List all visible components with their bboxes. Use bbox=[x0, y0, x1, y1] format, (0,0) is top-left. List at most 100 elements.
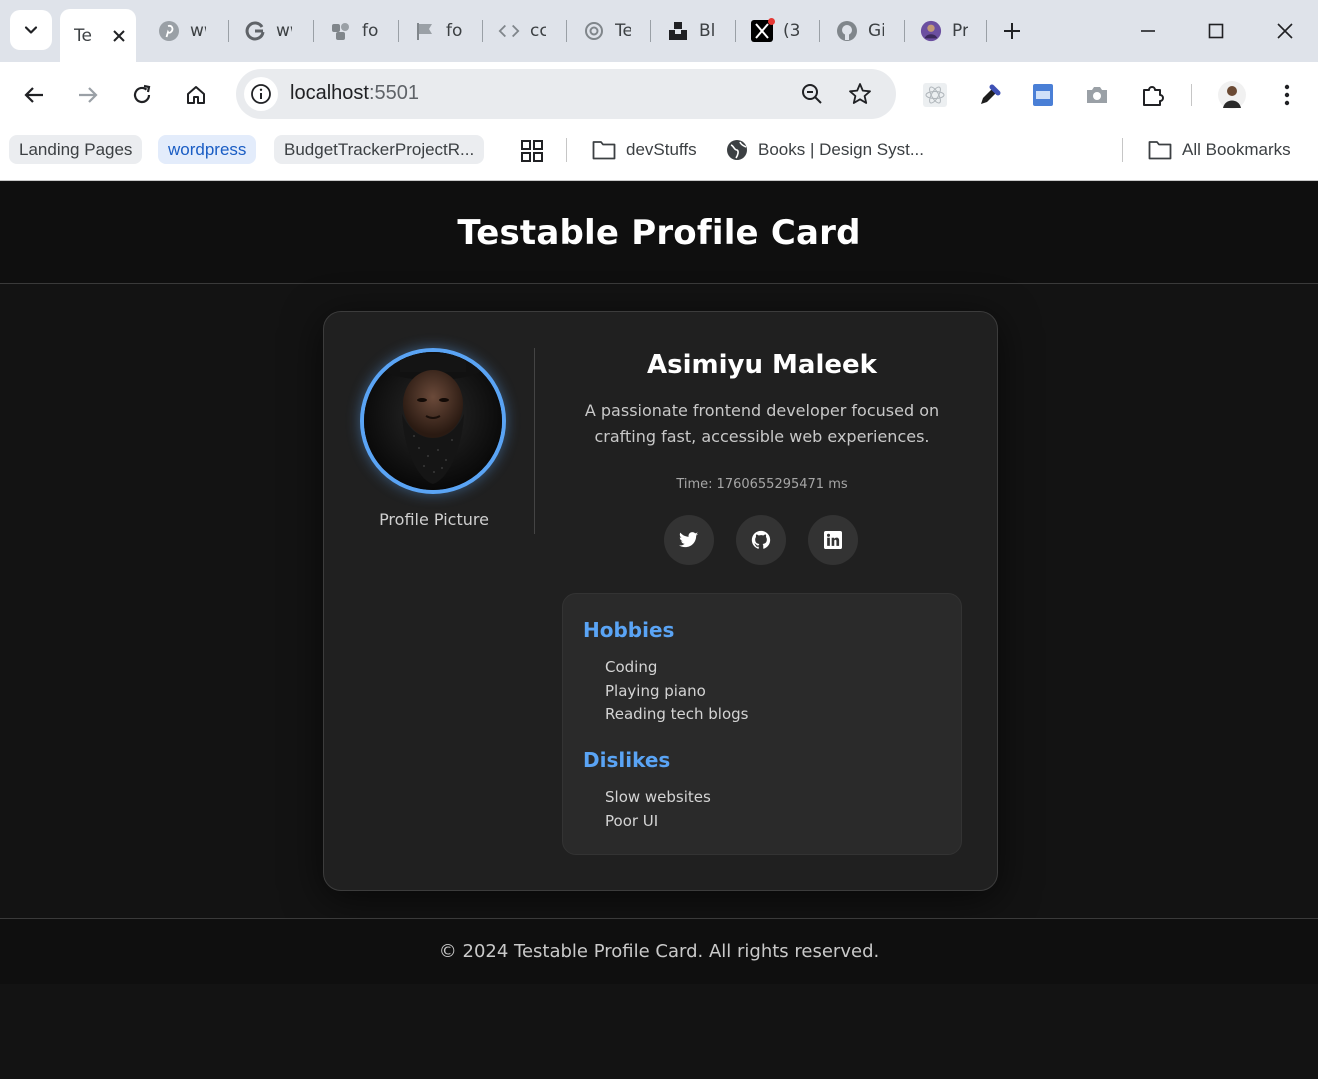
maximize-button[interactable] bbox=[1201, 16, 1231, 46]
forward-button[interactable] bbox=[70, 77, 106, 113]
more-vertical-icon bbox=[1284, 84, 1290, 106]
bookmark-separator bbox=[566, 138, 567, 162]
reload-icon bbox=[133, 84, 151, 104]
x-icon bbox=[751, 18, 775, 42]
tab-google[interactable]: ww bbox=[244, 12, 304, 50]
tab-flag[interactable]: fo bbox=[414, 12, 474, 50]
bookmark-star-button[interactable] bbox=[848, 82, 872, 110]
tab-separator bbox=[313, 20, 314, 42]
apps-button[interactable] bbox=[520, 139, 544, 167]
apps-grid-icon bbox=[521, 140, 543, 162]
address-bar[interactable]: localhost:5501 bbox=[236, 69, 896, 119]
extension-screenshot[interactable] bbox=[1082, 80, 1112, 110]
tab-profile[interactable]: Pr bbox=[920, 12, 980, 50]
bookmark-separator bbox=[1122, 138, 1123, 162]
tab-x[interactable]: (3 bbox=[751, 12, 811, 50]
close-window-button[interactable] bbox=[1270, 16, 1300, 46]
profile-photo bbox=[364, 352, 502, 490]
list-item: Poor UI bbox=[605, 811, 659, 830]
chevron-down-icon bbox=[24, 26, 38, 34]
mobile-icon bbox=[1033, 84, 1053, 106]
tab-github[interactable]: Gi bbox=[836, 12, 896, 50]
tab-pinterest[interactable]: ww bbox=[158, 12, 218, 50]
tab-unsplash[interactable]: Bl bbox=[667, 12, 727, 50]
tab-active[interactable]: Te bbox=[60, 9, 136, 62]
dislikes-list: Slow websites Poor UI bbox=[605, 786, 711, 833]
list-item: Coding bbox=[605, 658, 658, 676]
minimize-button[interactable] bbox=[1133, 16, 1163, 46]
tab-figma-community[interactable]: fo bbox=[330, 12, 390, 50]
bookmark-wordpress[interactable]: wordpress bbox=[158, 135, 257, 164]
bookmark-books-design[interactable]: Books | Design Syst... bbox=[716, 135, 934, 164]
linkedin-link[interactable] bbox=[808, 515, 858, 565]
zoom-button[interactable] bbox=[800, 82, 824, 110]
profile-avatar-button[interactable] bbox=[1217, 80, 1247, 110]
minimize-icon bbox=[1141, 30, 1155, 32]
home-icon bbox=[187, 86, 205, 104]
tab-chatgpt[interactable]: Te bbox=[583, 12, 643, 50]
list-item: Playing piano bbox=[605, 681, 706, 700]
star-icon bbox=[849, 83, 871, 104]
tab-strip: Te ww ww fo fo cc Te Bl (3 bbox=[0, 0, 1318, 62]
hobbies-list: Coding Playing piano Reading tech blogs bbox=[605, 656, 749, 727]
reload-button[interactable] bbox=[124, 77, 160, 113]
home-button[interactable] bbox=[178, 77, 214, 113]
bookmark-budget-tracker[interactable]: BudgetTrackerProjectR... bbox=[274, 135, 485, 164]
tab-separator bbox=[228, 20, 229, 42]
site-header: Testable Profile Card bbox=[0, 182, 1318, 284]
linkedin-icon bbox=[824, 531, 842, 549]
github-link[interactable] bbox=[736, 515, 786, 565]
chatgpt-icon bbox=[583, 20, 605, 42]
tab-separator bbox=[986, 20, 987, 42]
avatar-icon bbox=[1218, 81, 1246, 109]
dislikes-heading: Dislikes bbox=[583, 748, 671, 772]
social-links bbox=[664, 515, 864, 565]
close-icon[interactable] bbox=[112, 29, 126, 43]
close-icon bbox=[1277, 23, 1293, 39]
tab-search-button[interactable] bbox=[10, 10, 52, 50]
plus-icon bbox=[1004, 23, 1020, 39]
profile-bio: A passionate frontend developer focused … bbox=[584, 401, 940, 446]
extension-color-picker[interactable] bbox=[975, 80, 1005, 110]
extension-react-devtools[interactable] bbox=[920, 80, 950, 110]
browser-menu-button[interactable] bbox=[1272, 80, 1302, 110]
figma-community-icon bbox=[330, 20, 352, 42]
arrow-right-icon bbox=[79, 87, 98, 103]
avatar bbox=[360, 348, 506, 494]
tab-code[interactable]: cc bbox=[498, 12, 558, 50]
page-viewport: Testable Profile Card Profile Picture As… bbox=[0, 182, 1318, 1079]
github-icon bbox=[751, 530, 771, 549]
profile-icon bbox=[920, 20, 942, 42]
extensions-button[interactable] bbox=[1138, 80, 1168, 110]
site-footer: © 2024 Testable Profile Card. All rights… bbox=[0, 918, 1318, 984]
globe-icon bbox=[726, 139, 748, 161]
github-icon bbox=[836, 20, 858, 42]
hobbies-heading: Hobbies bbox=[583, 618, 675, 642]
twitter-link[interactable] bbox=[664, 515, 714, 565]
bookmark-folder-devstuffs[interactable]: devStuffs bbox=[582, 135, 707, 164]
site-info-button[interactable] bbox=[244, 77, 278, 111]
avatar-caption: Profile Picture bbox=[379, 510, 489, 529]
all-bookmarks-button[interactable]: All Bookmarks bbox=[1138, 135, 1301, 164]
page-title: Testable Profile Card bbox=[457, 212, 861, 253]
tab-separator bbox=[819, 20, 820, 42]
browser-toolbar: localhost:5501 bbox=[0, 62, 1318, 128]
folder-icon bbox=[592, 140, 616, 160]
new-tab-button[interactable] bbox=[997, 16, 1027, 46]
twitter-icon bbox=[679, 532, 699, 548]
list-item: Slow websites bbox=[605, 788, 711, 806]
back-button[interactable] bbox=[16, 77, 52, 113]
flag-icon bbox=[414, 20, 436, 42]
tab-separator bbox=[650, 20, 651, 42]
tab-separator bbox=[904, 20, 905, 42]
interests-panel: Hobbies Coding Playing piano Reading tec… bbox=[562, 593, 962, 855]
url-text[interactable]: localhost:5501 bbox=[290, 82, 419, 105]
eyedropper-icon bbox=[981, 84, 1001, 104]
current-time: Time: 1760655295471 ms bbox=[562, 477, 962, 492]
unsplash-icon bbox=[667, 20, 689, 42]
google-icon bbox=[244, 20, 266, 42]
tab-title: Te bbox=[74, 25, 92, 46]
bookmark-landing-pages[interactable]: Landing Pages bbox=[9, 135, 143, 164]
extension-mobile-simulator[interactable] bbox=[1028, 80, 1058, 110]
camera-icon bbox=[1087, 87, 1107, 103]
